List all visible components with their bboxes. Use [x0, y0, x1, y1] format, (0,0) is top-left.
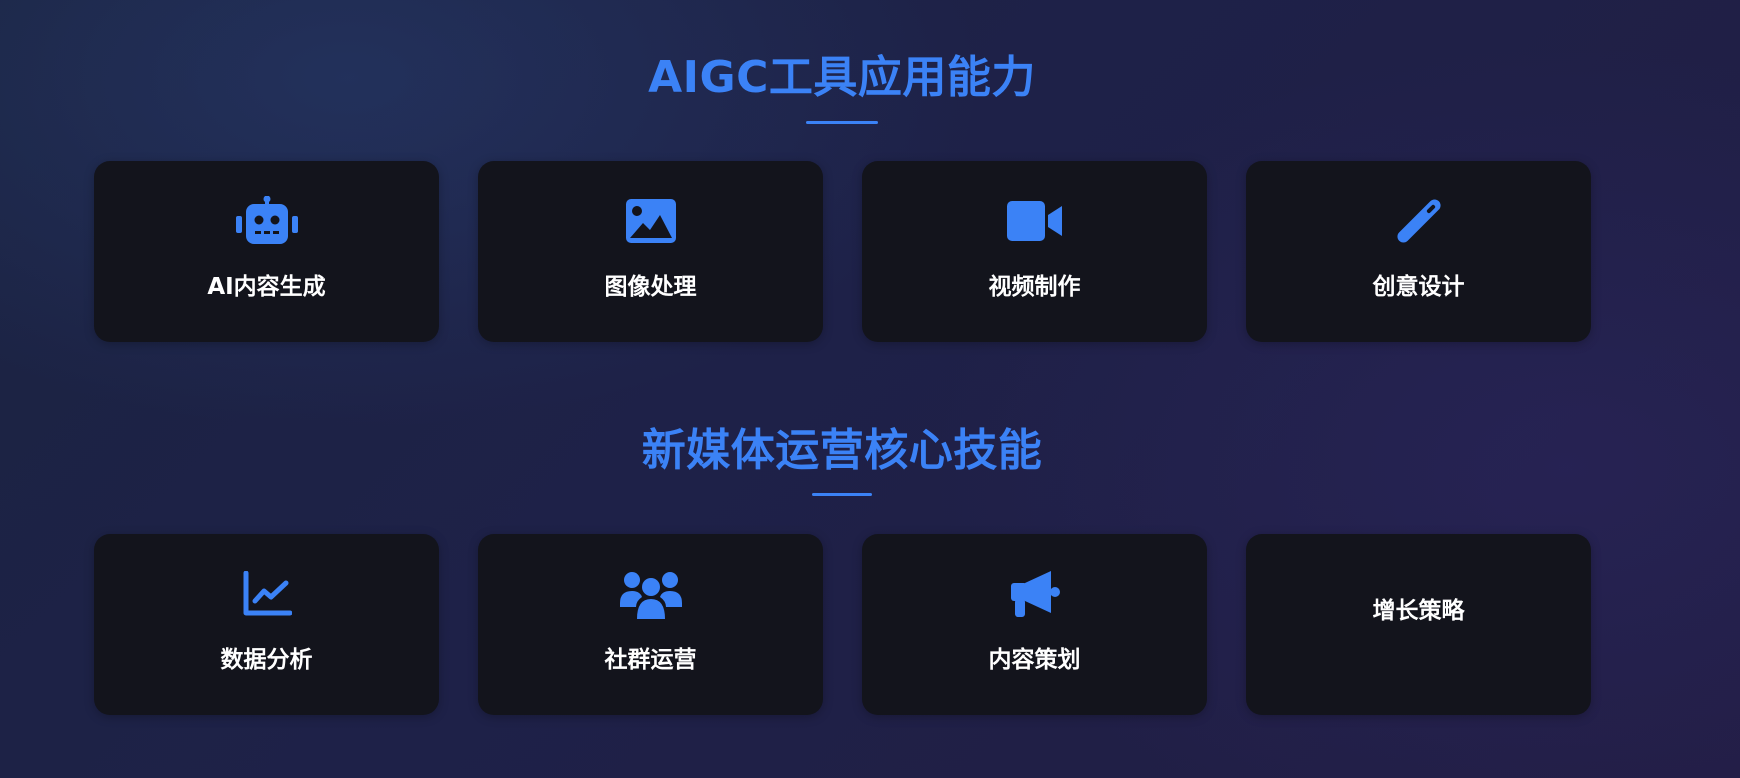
card-data-analysis[interactable]: 数据分析 [94, 534, 439, 715]
card-content-planning[interactable]: 内容策划 [862, 534, 1207, 715]
card-community-operation[interactable]: 社群运营 [478, 534, 823, 715]
robot-icon [235, 195, 299, 247]
image-icon [619, 195, 683, 247]
card-label: 创意设计 [1372, 274, 1465, 300]
card-creative-design[interactable]: 创意设计 [1246, 161, 1591, 342]
users-group-icon [619, 568, 683, 620]
card-label: 数据分析 [220, 647, 313, 673]
card-label: 增长策略 [1372, 598, 1465, 624]
line-chart-icon [235, 568, 299, 620]
section-title-new-media: 新媒体运营核心技能 [641, 425, 1043, 476]
card-image-processing[interactable]: 图像处理 [478, 161, 823, 342]
card-label: 视频制作 [988, 274, 1081, 300]
card-growth-strategy[interactable]: 增长策略 [1246, 534, 1591, 715]
video-camera-icon [1003, 195, 1067, 247]
card-label: AI内容生成 [207, 274, 326, 300]
card-ai-content-generation[interactable]: AI内容生成 [94, 161, 439, 342]
megaphone-icon [1003, 568, 1067, 620]
section-title-aigc: AIGC工具应用能力 [648, 52, 1036, 103]
card-label: 图像处理 [604, 274, 697, 300]
pen-icon [1387, 195, 1451, 247]
section-underline-new-media [812, 493, 872, 496]
card-video-production[interactable]: 视频制作 [862, 161, 1207, 342]
card-label: 社群运营 [604, 647, 697, 673]
card-label: 内容策划 [988, 647, 1081, 673]
section-underline-aigc [806, 121, 878, 124]
